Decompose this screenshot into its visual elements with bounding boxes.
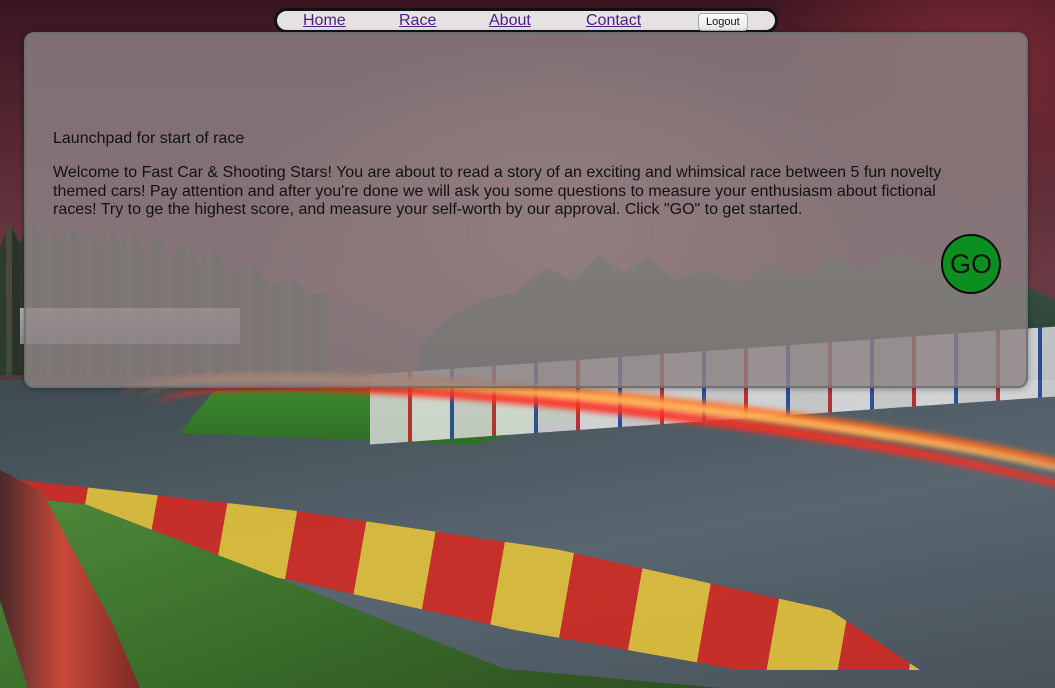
launchpad-panel: Launchpad for start of race Welcome to F… bbox=[24, 32, 1028, 388]
nav-link-contact[interactable]: Contact bbox=[586, 12, 641, 30]
page-heading: Launchpad for start of race bbox=[53, 130, 245, 147]
intro-text: Welcome to Fast Car & Shooting Stars! Yo… bbox=[53, 164, 942, 218]
nav-link-home[interactable]: Home bbox=[303, 12, 346, 30]
go-button[interactable]: GO bbox=[941, 234, 1001, 294]
nav-link-about[interactable]: About bbox=[489, 12, 531, 30]
top-navigation: Home Race About Contact Logout bbox=[274, 8, 778, 33]
logout-button[interactable]: Logout bbox=[698, 13, 748, 31]
nav-link-race[interactable]: Race bbox=[399, 12, 436, 30]
